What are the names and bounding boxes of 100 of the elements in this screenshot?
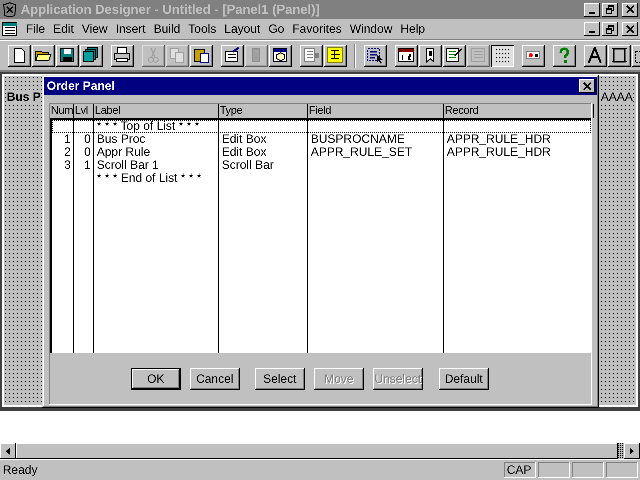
close-button[interactable] (622, 2, 638, 16)
tree-chart-icon (327, 47, 344, 64)
scissors-icon (145, 47, 162, 64)
toolbar-button[interactable] (324, 44, 347, 66)
menu-item[interactable]: Help (396, 20, 430, 38)
toolbar-button[interactable] (443, 44, 466, 66)
restore-icon (606, 5, 614, 14)
dialog-button[interactable]: OK (131, 368, 181, 390)
menu-item[interactable]: Go (264, 20, 289, 38)
status-text: Ready (3, 462, 39, 479)
menu-item[interactable]: Favorites (288, 20, 346, 38)
form-edit-icon (224, 47, 241, 64)
scroll-right-button[interactable] (624, 443, 640, 459)
close-button[interactable] (622, 22, 638, 36)
dialog-button[interactable]: Cancel (190, 368, 240, 390)
window-title: Application Designer - Untitled - [Panel1 (Panel)] (21, 0, 320, 19)
menu-item[interactable]: Layout (220, 20, 265, 38)
minimize-button[interactable] (584, 2, 600, 16)
table-cell: 1 (84, 158, 91, 172)
toolbar-button[interactable] (80, 44, 103, 66)
close-icon (626, 24, 634, 34)
list-row[interactable]: * * * End of List * * * (52, 172, 591, 185)
clipboard-icon (193, 47, 210, 64)
printer-icon (114, 47, 131, 64)
frame-icon (611, 47, 628, 64)
toolbar-button[interactable] (32, 44, 55, 66)
table-cell: APPR_RULE_HDR (447, 145, 552, 159)
status-pane (572, 462, 604, 478)
close-icon (582, 82, 592, 90)
column-header[interactable]: Num (50, 104, 74, 118)
table-cell: Scroll Bar 1 (97, 158, 160, 172)
list-box[interactable]: * * * Top of List * * * 1 0 Bus Proc Edit Box BUSPROCNAME APPR_RULE_HDR 2 0 Appr Rule Edit Box APPR_RULE_SET APPR_RULE_HDR 3 1 Scroll Bar 1 Scroll Bar * * * End of List * * * (50, 120, 591, 353)
select-cursor-icon (367, 47, 384, 64)
menu-item[interactable]: Edit (49, 20, 78, 38)
toolbar-button[interactable] (190, 44, 213, 66)
table-cell: Bus Proc (97, 132, 146, 146)
close-icon (626, 5, 634, 14)
stacked-disks-icon (83, 47, 100, 64)
checklist-icon (446, 47, 463, 64)
minimize-icon (589, 12, 595, 14)
toolbar-button[interactable] (111, 44, 134, 66)
toolbar-button[interactable] (608, 44, 631, 66)
toolbar-button[interactable] (491, 44, 514, 66)
toolbar-button[interactable] (56, 44, 79, 66)
table-cell: 0 (84, 132, 91, 146)
table-cell: APPR_RULE_SET (311, 145, 412, 159)
list-row[interactable]: 2 0 Appr Rule Edit Box APPR_RULE_SET APPR_RULE_HDR (52, 146, 591, 159)
column-header[interactable]: Lvl (74, 104, 94, 118)
column-header[interactable]: Type (219, 104, 308, 118)
dialog-button[interactable]: Default (439, 368, 489, 390)
panel-box-icon (272, 47, 289, 64)
toolbar-button[interactable] (522, 44, 545, 66)
toolbar-button[interactable] (8, 44, 31, 66)
menu-item[interactable]: Insert (112, 20, 150, 38)
column-header[interactable]: Label (94, 104, 219, 118)
toolbar-button[interactable] (300, 44, 323, 66)
toolbar-button[interactable] (419, 44, 442, 66)
list-window-icon (470, 47, 487, 64)
restore-icon (606, 24, 614, 34)
menu-item[interactable]: File (22, 20, 50, 38)
column-header[interactable]: Field (308, 104, 444, 118)
table-cell: 3 (64, 158, 71, 172)
scroll-left-button[interactable] (0, 443, 16, 459)
document-arrow-icon (303, 47, 320, 64)
left-arrow-icon (6, 448, 10, 454)
table-cell: 1 (64, 132, 71, 146)
toolbar-button[interactable] (221, 44, 244, 66)
table-cell: 2 (64, 145, 71, 159)
dialog-button[interactable]: Select (255, 368, 305, 390)
panel-text: AAAA (600, 90, 633, 104)
list-row[interactable]: 3 1 Scroll Bar 1 Scroll Bar (52, 159, 591, 172)
menu-item[interactable]: Tools (184, 20, 221, 38)
table-cell: BUSPROCNAME (311, 132, 406, 146)
minimize-button[interactable] (584, 22, 600, 36)
column-header[interactable]: Record (444, 104, 594, 118)
table-cell: Edit Box (222, 145, 267, 159)
menu-item[interactable]: Window (346, 20, 397, 38)
dialog-title: Order Panel (47, 78, 116, 95)
document-icon[interactable] (2, 21, 18, 37)
status-pane (538, 462, 570, 478)
panel-label: Bus P (7, 90, 42, 104)
table-cell: APPR_RULE_HDR (447, 132, 552, 146)
toolbar-button[interactable] (395, 44, 418, 66)
list-row[interactable]: * * * Top of List * * * (52, 120, 591, 133)
toolbar-button[interactable] (269, 44, 292, 66)
table-cell: 0 (84, 145, 91, 159)
restore-button[interactable] (602, 22, 618, 36)
toolbar-button[interactable] (364, 44, 387, 66)
restore-button[interactable] (602, 2, 618, 16)
toolbar-button[interactable] (584, 44, 607, 66)
table-cell: Edit Box (222, 132, 267, 146)
close-button[interactable] (579, 79, 595, 93)
menu-item[interactable]: Build (150, 20, 185, 38)
list-row[interactable]: 1 0 Bus Proc Edit Box BUSPROCNAME APPR_RULE_HDR (52, 133, 591, 146)
table-cell: Scroll Bar (222, 158, 274, 172)
copy-icon (169, 47, 186, 64)
table-cell: * * * Top of List * * * (97, 119, 200, 133)
table-cell: * * * End of List * * * (97, 171, 202, 185)
toolbar-button[interactable] (553, 44, 576, 66)
menu-item[interactable]: View (78, 20, 112, 38)
